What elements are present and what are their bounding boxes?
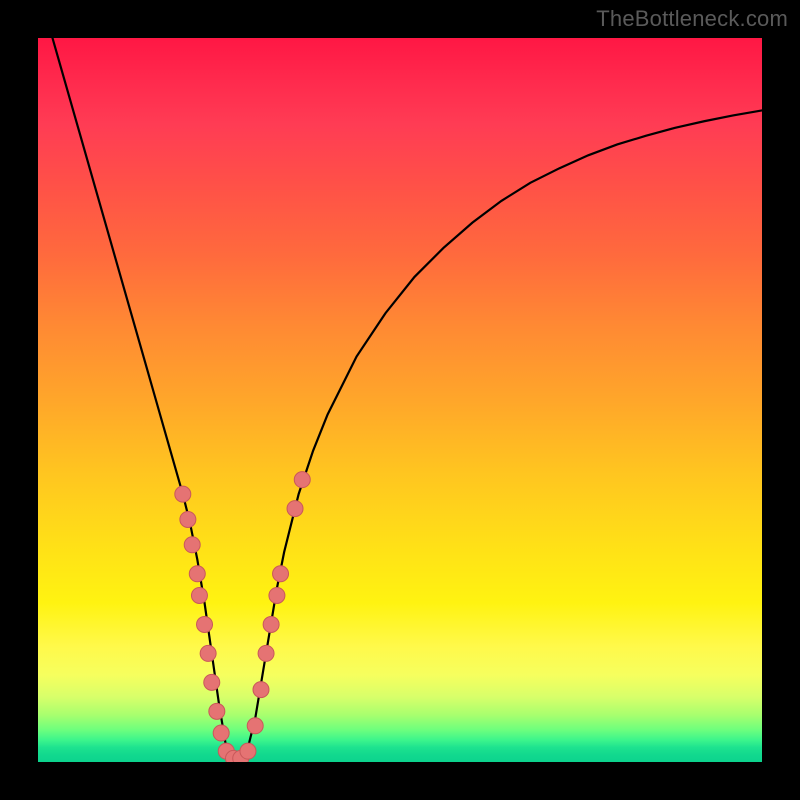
highlight-dot <box>191 587 207 603</box>
highlight-dot <box>258 645 274 661</box>
chart-svg <box>38 38 762 762</box>
highlight-dot <box>263 616 279 632</box>
highlight-dot <box>213 725 229 741</box>
highlight-dot <box>253 682 269 698</box>
highlight-dot <box>209 703 225 719</box>
highlight-dot <box>200 645 216 661</box>
highlight-dot <box>240 743 256 759</box>
bottleneck-curve <box>52 38 762 762</box>
highlight-dot <box>273 566 289 582</box>
plot-area <box>38 38 762 762</box>
chart-frame: TheBottleneck.com <box>0 0 800 800</box>
highlight-dot <box>180 511 196 527</box>
highlight-dot <box>189 566 205 582</box>
highlight-dot <box>175 486 191 502</box>
highlight-dot <box>287 501 303 517</box>
highlight-dot <box>184 537 200 553</box>
highlight-dots <box>175 472 310 762</box>
highlight-dot <box>269 587 285 603</box>
highlight-dot <box>197 616 213 632</box>
highlight-dot <box>204 674 220 690</box>
watermark-label: TheBottleneck.com <box>596 6 788 32</box>
highlight-dot <box>294 472 310 488</box>
highlight-dot <box>247 718 263 734</box>
